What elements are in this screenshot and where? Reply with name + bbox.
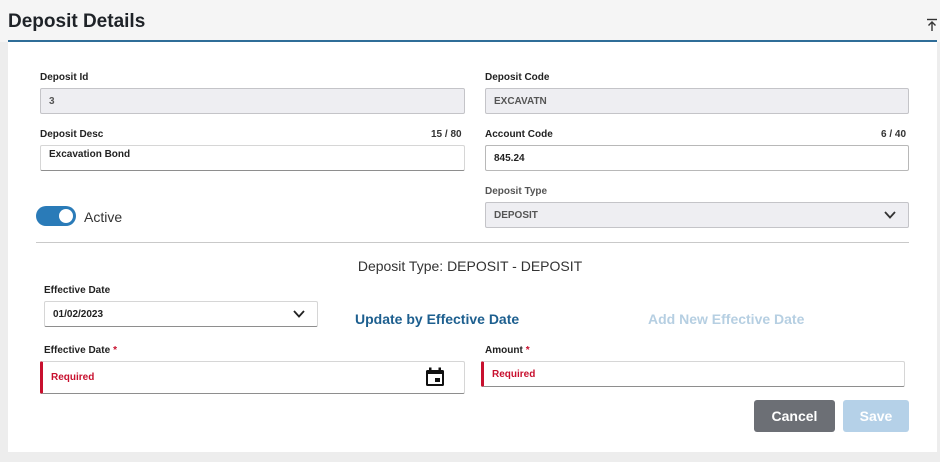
account-code-label: Account Code bbox=[485, 129, 553, 140]
effective-date-select-label: Effective Date bbox=[44, 285, 111, 296]
effective-date-select-value: 01/02/2023 bbox=[53, 308, 104, 320]
calendar-icon[interactable] bbox=[425, 367, 445, 387]
required-mark: * bbox=[525, 345, 530, 356]
deposit-desc-label: Deposit Desc bbox=[40, 129, 104, 140]
chevron-down-icon bbox=[884, 211, 896, 219]
amount-label-text: Amount bbox=[485, 345, 523, 356]
deposit-desc-input[interactable]: Excavation Bond bbox=[40, 145, 465, 171]
deposit-id-label: Deposit Id bbox=[40, 72, 89, 83]
deposit-type-label: Deposit Type bbox=[485, 186, 548, 197]
effective-date-select[interactable]: 01/02/2023 bbox=[44, 301, 318, 327]
update-by-effective-date-button[interactable]: Update by Effective Date bbox=[355, 311, 519, 327]
deposit-type-select[interactable]: DEPOSIT bbox=[485, 202, 909, 228]
chevron-down-icon bbox=[293, 310, 305, 318]
toggle-knob bbox=[59, 209, 73, 223]
page-title: Deposit Details bbox=[8, 11, 146, 32]
cancel-button[interactable]: Cancel bbox=[754, 400, 835, 432]
add-new-effective-date-button[interactable]: Add New Effective Date bbox=[648, 311, 804, 327]
amount-input[interactable]: Required bbox=[481, 361, 905, 387]
account-code-counter: 6 / 40 bbox=[881, 129, 907, 140]
account-code-input[interactable]: 845.24 bbox=[485, 145, 909, 171]
new-effective-date-label: Effective Date * bbox=[44, 345, 117, 356]
page-header: Deposit Details bbox=[0, 0, 940, 42]
deposit-desc-counter: 15 / 80 bbox=[431, 129, 462, 140]
deposit-code-field: EXCAVATN bbox=[485, 88, 909, 114]
amount-label: Amount * bbox=[485, 345, 530, 356]
deposit-type-value: DEPOSIT bbox=[494, 209, 538, 221]
collapse-up-icon[interactable] bbox=[926, 18, 938, 32]
save-button[interactable]: Save bbox=[843, 400, 909, 432]
deposit-code-label: Deposit Code bbox=[485, 72, 550, 83]
new-effective-date-label-text: Effective Date bbox=[44, 345, 111, 356]
active-toggle[interactable] bbox=[36, 206, 76, 226]
new-effective-date-input[interactable]: Required bbox=[40, 361, 465, 394]
new-effective-date-error: Required bbox=[51, 372, 95, 383]
section-divider bbox=[36, 242, 909, 243]
amount-error: Required bbox=[492, 368, 536, 380]
active-toggle-label: Active bbox=[84, 209, 123, 225]
deposit-id-field: 3 bbox=[40, 88, 465, 114]
deposit-type-heading: Deposit Type: DEPOSIT - DEPOSIT bbox=[357, 258, 583, 274]
required-mark: * bbox=[113, 345, 118, 356]
